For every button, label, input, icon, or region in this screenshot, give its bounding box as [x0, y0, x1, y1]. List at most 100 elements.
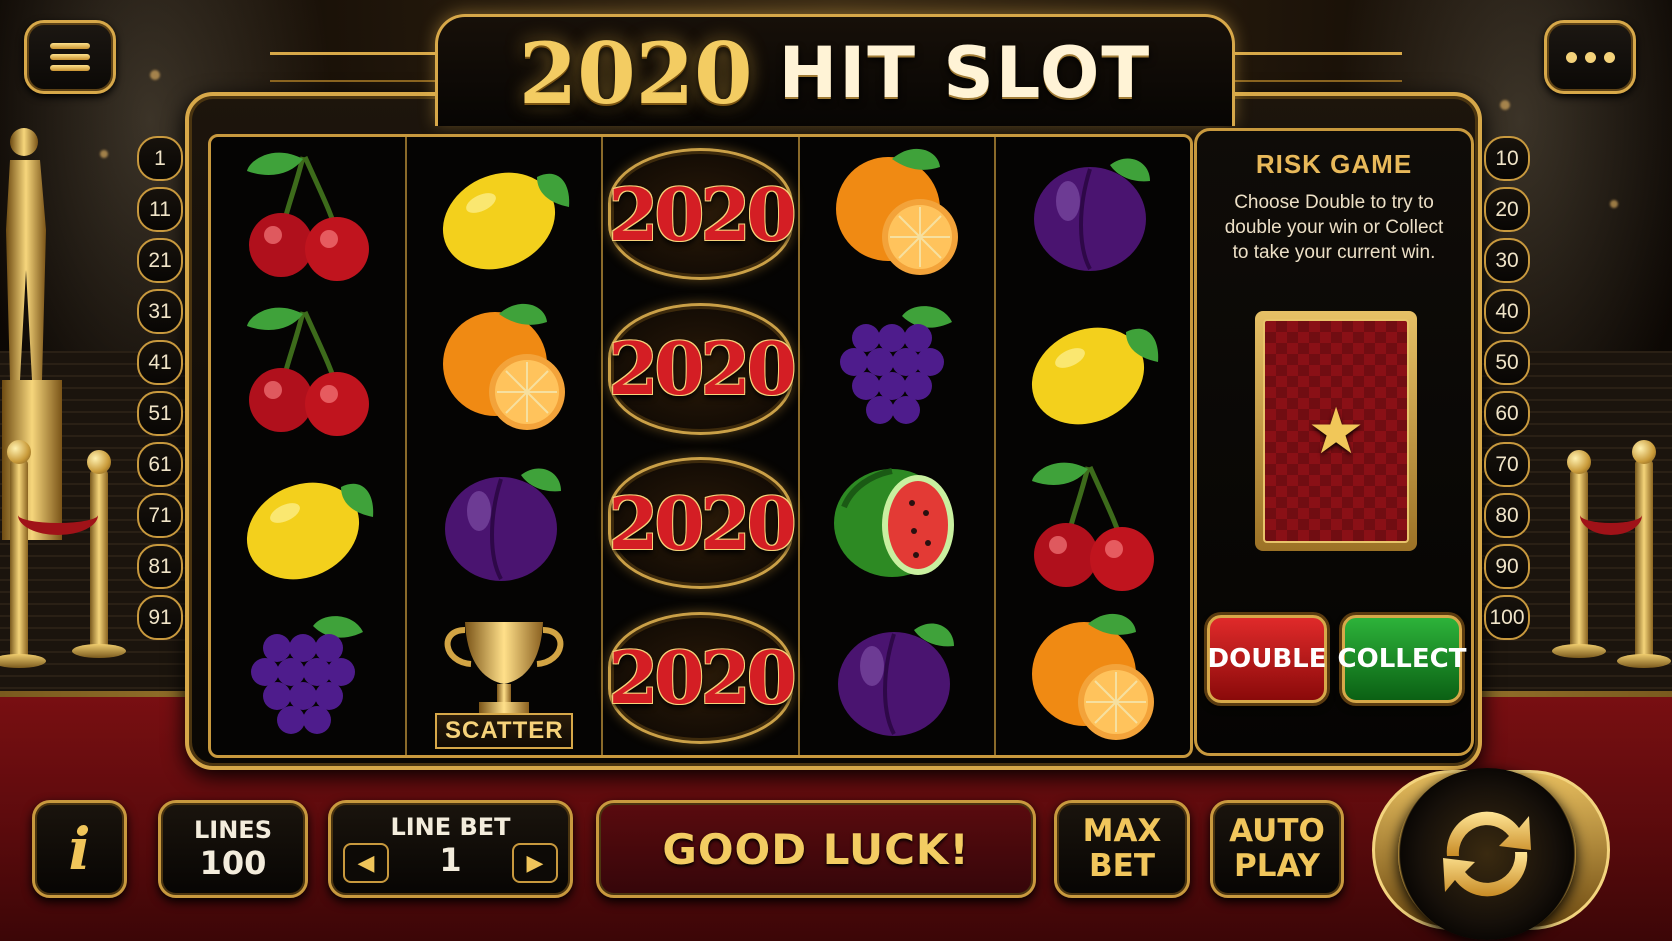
chevron-left-icon: ◀ [357, 850, 375, 876]
risk-game-instructions: Choose Double to try to double your win … [1224, 192, 1444, 263]
more-button[interactable] [1544, 20, 1636, 94]
info-button[interactable]: i [32, 800, 127, 898]
risk-game-title: RISK GAME [1255, 149, 1413, 179]
more-icon [1565, 51, 1615, 63]
payline-number: 90 [1484, 544, 1530, 589]
symbol-plum [407, 447, 601, 602]
watermelon-icon [822, 447, 972, 602]
lemon-icon [429, 137, 579, 292]
payline-number: 71 [137, 493, 183, 538]
max-bet-label-2: BET [1089, 848, 1155, 884]
payline-number: 80 [1484, 493, 1530, 538]
game-screen: 2020 HIT SLOT 1 11 21 31 41 51 61 71 81 91 10 20 30… [0, 0, 1672, 941]
card-back: ★ [1263, 319, 1409, 543]
symbol-2020: 2020 [603, 292, 797, 447]
menu-icon [50, 38, 90, 76]
reel-1 [211, 137, 408, 755]
message-display: GOOD LUCK! [596, 800, 1036, 898]
symbol-2020: 2020 [603, 137, 797, 292]
symbol-2020-text: 2020 [608, 480, 796, 566]
menu-button[interactable] [24, 20, 116, 94]
payline-number: 1 [137, 136, 183, 181]
line-bet-control: LINE BET 1 ◀ ▶ [328, 800, 573, 898]
symbol-2020: 2020 [603, 446, 797, 601]
symbol-orange [407, 292, 601, 447]
risk-game-panel: RISK GAME Choose Double to try to double… [1194, 128, 1474, 756]
symbol-lemon [211, 447, 405, 602]
line-bet-label: LINE BET [390, 813, 511, 841]
symbol-plum [996, 137, 1190, 292]
line-bet-decrease-button[interactable]: ◀ [343, 843, 389, 883]
symbol-2020: 2020 [603, 601, 797, 756]
orange-icon [822, 137, 972, 292]
payline-number: 51 [137, 391, 183, 436]
symbol-2020-text: 2020 [608, 635, 796, 721]
symbol-orange [800, 137, 994, 292]
payline-number: 11 [137, 187, 183, 232]
lemon-icon [1018, 292, 1168, 447]
lines-label: LINES [194, 816, 272, 844]
reel-3: 2020 2020 2020 2020 [603, 137, 800, 756]
payline-number: 100 [1484, 595, 1530, 640]
payline-number: 21 [137, 238, 183, 283]
payline-number: 91 [137, 595, 183, 640]
2020-badge-icon: 2020 [608, 611, 797, 744]
double-button[interactable]: DOUBLE [1207, 615, 1327, 703]
max-bet-button[interactable]: MAX BET [1054, 800, 1190, 898]
reel-4 [800, 137, 996, 755]
plum-icon [1018, 137, 1168, 292]
payline-number: 70 [1484, 442, 1530, 487]
grapes-icon [822, 292, 972, 447]
stanchion-post [0, 440, 46, 668]
symbol-lemon [407, 137, 601, 292]
auto-play-button[interactable]: AUTO PLAY [1210, 800, 1344, 898]
game-title: 2020 HIT SLOT [435, 18, 1235, 128]
lines-display: LINES 100 [158, 800, 308, 898]
symbol-lemon [996, 292, 1190, 447]
cherry-icon [233, 292, 383, 447]
symbol-plum [800, 602, 994, 755]
plum-icon [429, 447, 579, 602]
orange-icon [429, 292, 579, 447]
auto-play-label-1: AUTO [1229, 813, 1325, 849]
payline-numbers-right: 10 20 30 40 50 60 70 80 90 100 [1484, 136, 1530, 640]
title-year: 2020 [518, 23, 753, 123]
cherry-icon [233, 137, 383, 292]
info-icon: i [68, 815, 91, 883]
grapes-icon [233, 602, 383, 755]
plum-icon [822, 602, 972, 755]
payline-numbers-left: 1 11 21 31 41 51 61 71 81 91 [137, 136, 183, 640]
scatter-label: SCATTER [435, 713, 574, 749]
payline-number: 40 [1484, 289, 1530, 334]
payline-number: 10 [1484, 136, 1530, 181]
reels-area: SCATTER 2020 2020 2020 2020 [208, 134, 1193, 758]
stanchion-post [1617, 440, 1671, 668]
symbol-cherry [211, 292, 405, 447]
lines-value: 100 [199, 844, 267, 882]
spin-button[interactable] [1398, 768, 1576, 940]
star-icon: ★ [1307, 394, 1365, 467]
payline-number: 61 [137, 442, 183, 487]
title-name: HIT SLOT [778, 32, 1152, 114]
cherry-icon [1018, 447, 1168, 602]
auto-play-label-2: PLAY [1234, 848, 1320, 884]
symbol-scatter: SCATTER [407, 602, 601, 755]
risk-card[interactable]: ★ [1255, 311, 1417, 551]
payline-number: 60 [1484, 391, 1530, 436]
payline-number: 41 [137, 340, 183, 385]
2020-badge-icon: 2020 [608, 457, 797, 590]
reel-5 [996, 137, 1190, 755]
payline-number: 50 [1484, 340, 1530, 385]
symbol-orange [996, 602, 1190, 755]
symbol-grapes [800, 292, 994, 447]
line-bet-increase-button[interactable]: ▶ [512, 843, 558, 883]
payline-number: 31 [137, 289, 183, 334]
2020-badge-icon: 2020 [608, 302, 797, 435]
payline-number: 81 [137, 544, 183, 589]
lemon-icon [233, 447, 383, 602]
symbol-watermelon [800, 447, 994, 602]
payline-number: 30 [1484, 238, 1530, 283]
velvet-rope [1580, 495, 1642, 535]
payline-number: 20 [1484, 187, 1530, 232]
collect-button[interactable]: COLLECT [1338, 615, 1466, 703]
